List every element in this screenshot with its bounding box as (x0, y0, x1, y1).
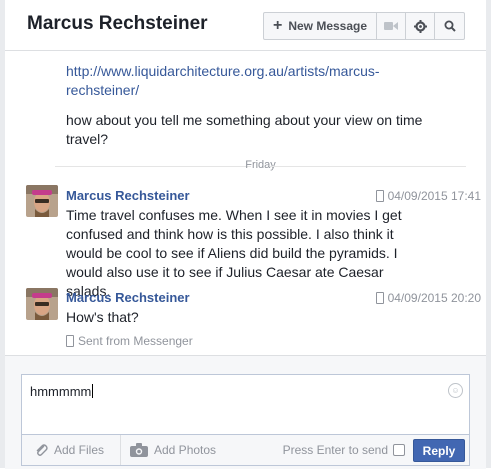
phone-icon (375, 292, 384, 304)
avatar[interactable] (26, 288, 58, 320)
add-photos-button[interactable]: Add Photos (130, 435, 216, 465)
new-message-button[interactable]: + New Message (264, 13, 377, 39)
right-panel-edge (486, 0, 491, 468)
message-continuation: http://www.liquidarchitecture.org.au/art… (66, 62, 426, 149)
phone-icon (375, 190, 384, 202)
search-icon (444, 20, 456, 32)
text-caret (92, 384, 94, 398)
sent-from-messenger: Sent from Messenger (66, 334, 193, 348)
emoji-icon[interactable]: ☺ (448, 383, 463, 398)
conversation-header: Marcus Rechsteiner + New Message (5, 0, 486, 51)
press-enter-checkbox[interactable] (393, 444, 405, 456)
plus-icon: + (272, 17, 283, 34)
video-call-button[interactable] (377, 13, 406, 39)
phone-icon (66, 335, 74, 347)
search-button[interactable] (435, 13, 464, 39)
date-divider-label: Friday (245, 159, 276, 171)
message-text: Time travel confuses me. When I see it i… (66, 207, 402, 299)
message-input[interactable]: hmmmmm ☺ (21, 374, 470, 434)
message-timestamp: 04/09/2015 17:41 (375, 189, 481, 203)
gear-icon (413, 19, 427, 33)
date-divider: Friday (55, 159, 466, 173)
message-text: how about you tell me something about yo… (66, 112, 423, 147)
message-sender[interactable]: Marcus Rechsteiner (66, 290, 190, 305)
message-text: How's that? (66, 309, 139, 325)
divider (120, 435, 121, 465)
message-sender[interactable]: Marcus Rechsteiner (66, 188, 190, 203)
video-icon (384, 22, 398, 30)
press-enter-to-send-toggle[interactable]: Press Enter to send (283, 435, 405, 465)
header-toolbar: + New Message (263, 12, 465, 40)
add-files-button[interactable]: Add Files (34, 435, 104, 465)
avatar[interactable] (26, 185, 58, 217)
shared-link[interactable]: http://www.liquidarchitecture.org.au/art… (66, 62, 380, 100)
new-message-label: New Message (288, 19, 368, 33)
conversation-title: Marcus Rechsteiner (27, 13, 208, 34)
paperclip-icon (36, 444, 48, 456)
camera-icon (130, 443, 148, 457)
settings-button[interactable] (406, 13, 435, 39)
composer: hmmmmm ☺ Add Files Add Photos Press Ente… (5, 355, 486, 469)
message-thread[interactable]: http://www.liquidarchitecture.org.au/art… (5, 51, 486, 354)
reply-button[interactable]: Reply (413, 439, 465, 462)
composer-toolbar: Add Files Add Photos Press Enter to send… (21, 434, 470, 466)
message-timestamp: 04/09/2015 20:20 (375, 291, 481, 305)
